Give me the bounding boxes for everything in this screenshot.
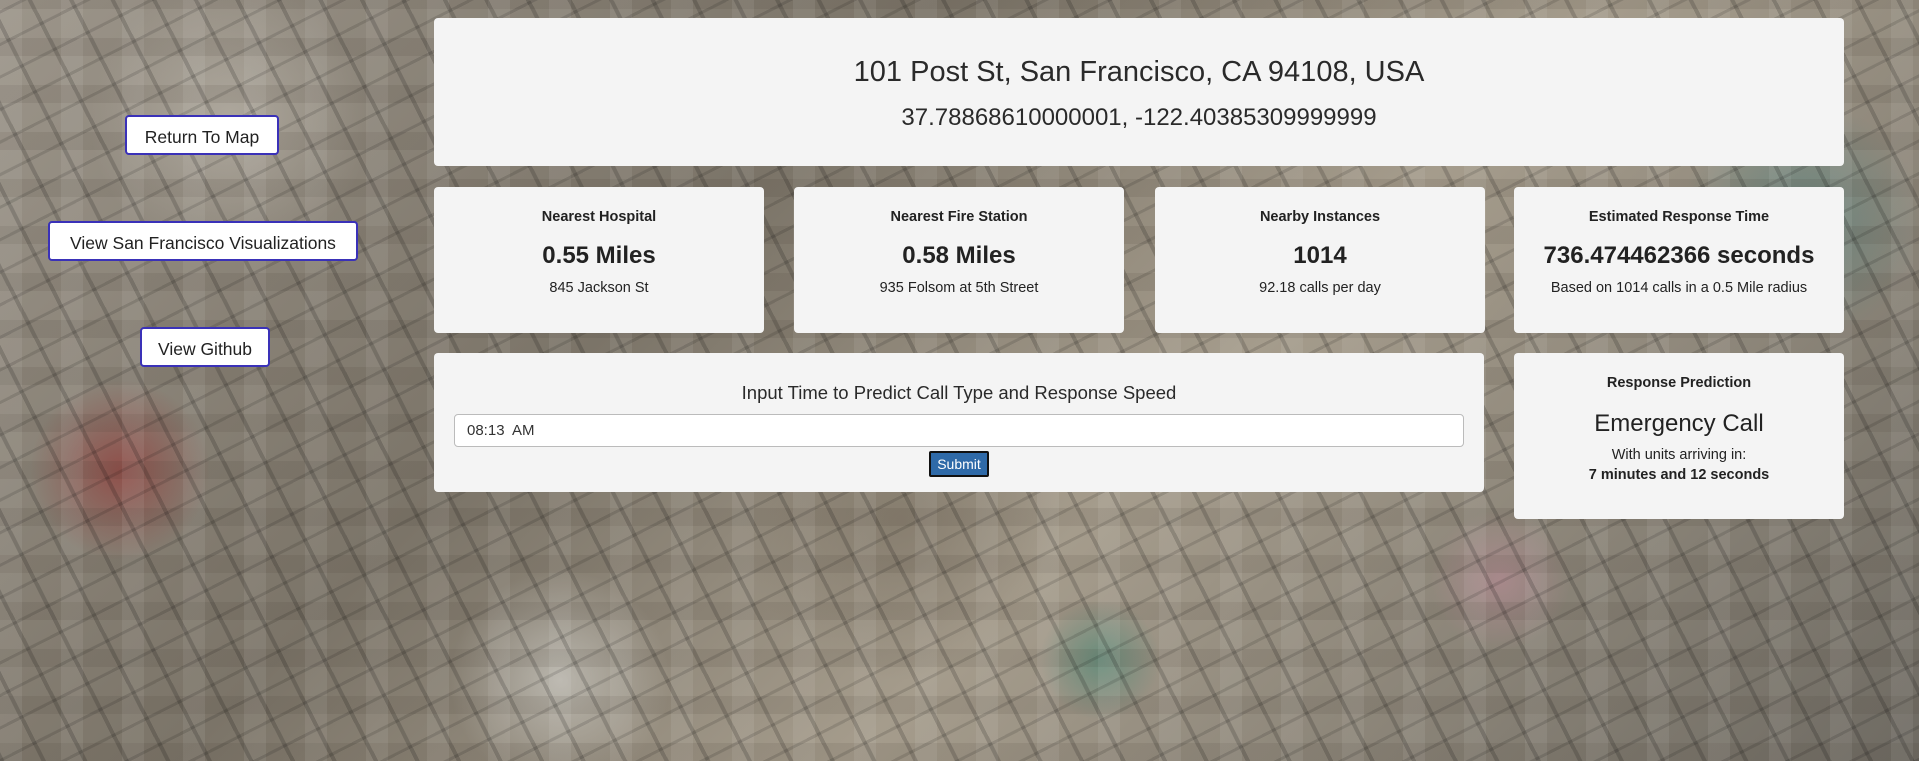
predicted-call-type: Emergency Call	[1594, 410, 1764, 437]
view-github-button[interactable]: View Github	[140, 327, 270, 367]
stat-label: Nearby Instances	[1259, 209, 1381, 225]
arrival-time: 7 minutes and 12 seconds	[1588, 467, 1770, 483]
stat-value: 0.58 Miles	[902, 242, 1016, 269]
stat-value: 736.474462366 seconds	[1543, 242, 1815, 269]
nearest-hospital-card: Nearest Hospital 0.55 Miles 845 Jackson …	[434, 187, 764, 333]
coordinates-text: 37.78868610000001, -122.40385309999999	[901, 104, 1377, 131]
stat-detail: Based on 1014 calls in a 0.5 Mile radius	[1550, 280, 1808, 296]
estimated-response-time-card: Estimated Response Time 736.474462366 se…	[1514, 187, 1844, 333]
stat-detail: 935 Folsom at 5th Street	[879, 280, 1039, 296]
submit-button[interactable]: Submit	[929, 451, 989, 477]
address-text: 101 Post St, San Francisco, CA 94108, US…	[853, 56, 1425, 88]
predict-form-card: Input Time to Predict Call Type and Resp…	[434, 353, 1484, 492]
address-card: 101 Post St, San Francisco, CA 94108, US…	[434, 18, 1844, 166]
arrival-label: With units arriving in:	[1611, 447, 1747, 463]
stat-label: Nearest Hospital	[541, 209, 657, 225]
stat-value: 1014	[1293, 242, 1347, 269]
view-visualizations-button[interactable]: View San Francisco Visualizations	[48, 221, 358, 261]
return-to-map-button[interactable]: Return To Map	[125, 115, 279, 155]
stat-label: Estimated Response Time	[1588, 209, 1770, 225]
nearby-instances-card: Nearby Instances 1014 92.18 calls per da…	[1155, 187, 1485, 333]
stat-detail: 92.18 calls per day	[1259, 280, 1381, 296]
predict-form-title: Input Time to Predict Call Type and Resp…	[741, 382, 1177, 403]
nearest-fire-station-card: Nearest Fire Station 0.58 Miles 935 Fols…	[794, 187, 1124, 333]
stat-label: Nearest Fire Station	[890, 209, 1028, 225]
prediction-label: Response Prediction	[1606, 375, 1752, 391]
time-input[interactable]	[454, 414, 1464, 447]
stat-value: 0.55 Miles	[542, 242, 656, 269]
response-prediction-card: Response Prediction Emergency Call With …	[1514, 353, 1844, 519]
stat-detail: 845 Jackson St	[549, 280, 649, 296]
